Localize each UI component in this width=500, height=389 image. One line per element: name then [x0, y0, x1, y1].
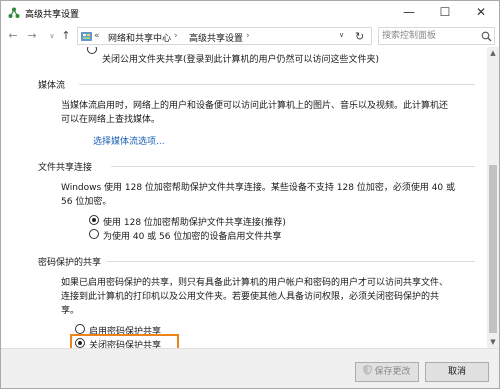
section-divider	[107, 261, 475, 262]
uac-shield-icon	[363, 365, 373, 375]
dialog-footer: 保存更改 取消	[1, 348, 499, 388]
breadcrumb-overflow[interactable]: «	[94, 31, 100, 41]
scrollbar-thumb[interactable]	[489, 165, 497, 333]
breadcrumb-separator[interactable]: ›	[246, 31, 250, 41]
radio-enable-password-sharing[interactable]	[75, 324, 85, 334]
search-box[interactable]	[378, 27, 495, 45]
breadcrumb-separator[interactable]: ›	[174, 31, 178, 41]
close-button[interactable]: ✕	[463, 1, 499, 23]
scroll-up-icon[interactable]: ▲	[487, 47, 499, 59]
maximize-button[interactable]: ☐	[427, 1, 463, 23]
media-description: 当媒体流启用时，网络上的用户和设备便可以访问此计算机上的图片、音乐以及视频。此计…	[61, 101, 449, 125]
file-sharing-description: Windows 使用 128 位加密帮助保护文件共享连接。某些设备不支持 128…	[61, 183, 456, 207]
section-title-media: 媒体流	[38, 81, 66, 91]
address-bar[interactable]: « 网络和共享中心 › 高级共享设置 › ∨ ↻	[77, 27, 372, 45]
navigation-bar: ← → ∨ ↑ « 网络和共享中心 › 高级共享设置 › ∨ ↻	[1, 25, 499, 47]
search-icon[interactable]	[481, 31, 492, 42]
option-public-folder-off-label: 关闭公用文件夹共享(登录到此计算机的用户仍然可以访问这些文件夹)	[102, 55, 380, 65]
option-40-56bit-label: 为使用 40 或 56 位加密的设备启用文件共享	[103, 232, 282, 242]
advanced-sharing-window: 高级共享设置 — ☐ ✕ ← → ∨ ↑ « 网络和共享中心 › 高级共享设置 …	[0, 0, 500, 389]
save-changes-label: 保存更改	[374, 367, 411, 377]
section-title-password: 密码保护的共享	[38, 258, 102, 268]
cancel-button[interactable]: 取消	[425, 362, 489, 382]
save-changes-button[interactable]: 保存更改	[355, 362, 419, 382]
control-panel-icon	[81, 32, 92, 41]
password-description: 如果已启用密码保护的共享，则只有具备此计算机的用户帐户和密码的用户才可以访问共享…	[61, 278, 449, 316]
window-title: 高级共享设置	[25, 10, 80, 20]
address-dropdown-chevron-icon[interactable]: ∨	[339, 31, 344, 39]
network-sharing-icon	[8, 7, 20, 18]
section-title-file-sharing: 文件共享连接	[38, 163, 93, 173]
section-divider	[111, 166, 475, 167]
breadcrumb-advanced-sharing[interactable]: 高级共享设置	[189, 31, 243, 44]
search-input[interactable]	[382, 30, 477, 42]
breadcrumb-network-center[interactable]: 网络和共享中心	[108, 31, 171, 44]
minimize-button[interactable]: —	[391, 1, 427, 23]
title-bar: 高级共享设置 — ☐ ✕	[1, 1, 499, 25]
media-streaming-options-link[interactable]: 选择媒体流选项...	[93, 134, 165, 147]
recent-locations-chevron-icon[interactable]: ∨	[45, 28, 59, 44]
option-disable-password-label: 关闭密码保护共享	[89, 341, 162, 348]
section-divider	[79, 84, 475, 85]
refresh-icon[interactable]: ↻	[355, 30, 364, 43]
vertical-scrollbar[interactable]: ▲ ▼	[487, 47, 499, 348]
radio-40-56bit-encryption[interactable]	[89, 229, 99, 239]
radio-128bit-encryption[interactable]	[89, 215, 99, 225]
option-128bit-label: 使用 128 位加密帮助保护文件共享连接(推荐)	[103, 218, 286, 228]
scroll-down-icon[interactable]: ▼	[487, 336, 499, 348]
up-arrow-icon[interactable]: ↑	[59, 28, 73, 44]
back-arrow-icon[interactable]: ←	[6, 28, 20, 44]
forward-arrow-icon[interactable]: →	[25, 28, 39, 44]
radio-disable-password-sharing[interactable]	[75, 338, 85, 348]
settings-content: 关闭公用文件夹共享(登录到此计算机的用户仍然可以访问这些文件夹) 媒体流 当媒体…	[1, 47, 487, 348]
radio-public-folder-off[interactable]	[87, 47, 97, 54]
